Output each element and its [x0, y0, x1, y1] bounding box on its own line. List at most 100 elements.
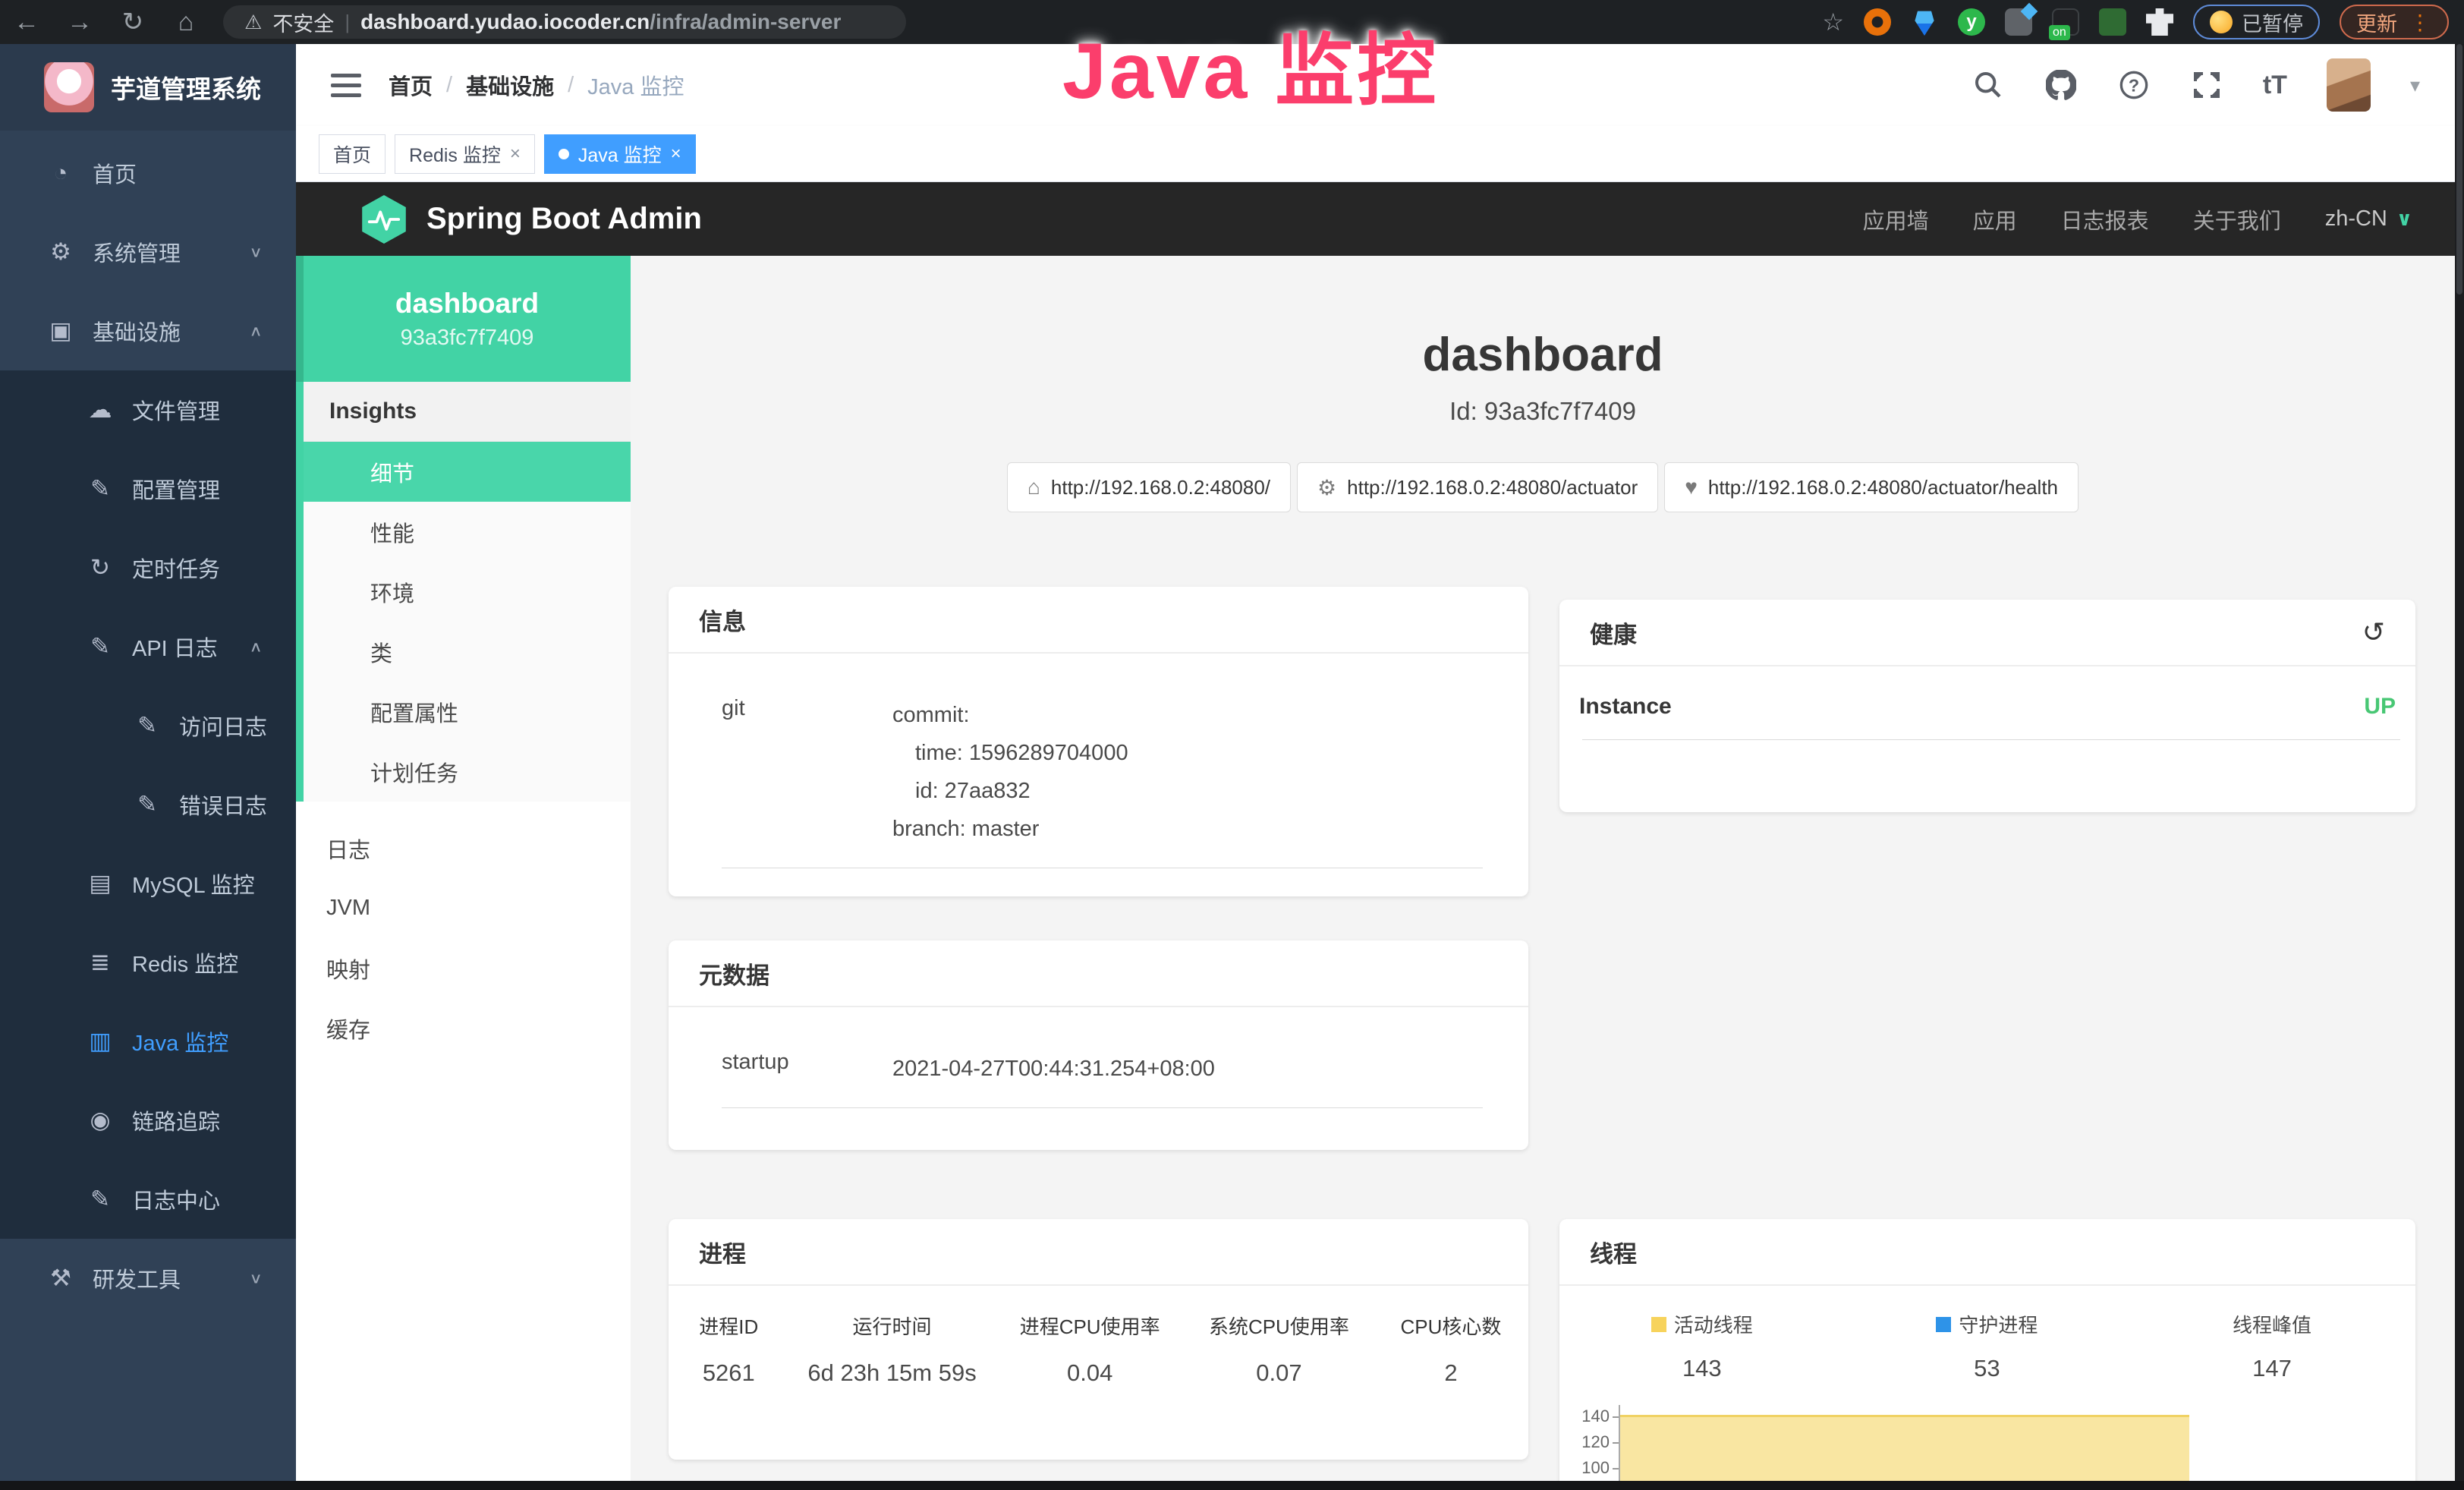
sidebar-item-infra[interactable]: ▣ 基础设施 ∧	[0, 291, 296, 370]
breadcrumb-home[interactable]: 首页	[389, 69, 433, 101]
page-scrollbar[interactable]	[2455, 44, 2464, 1490]
app-logo[interactable]: 芋道管理系统	[0, 44, 296, 131]
browser-menu-icon[interactable]: ⋮	[2409, 10, 2432, 35]
sba-item-scheduled-tasks[interactable]: 计划任务	[304, 742, 631, 802]
browser-reload-icon[interactable]: ↻	[106, 7, 159, 37]
sidebar-item-label: 日志中心	[132, 1183, 220, 1215]
cards-right-column: 健康 ↺ Instance UP 线程	[1559, 587, 2415, 1481]
sba-nav-journal[interactable]: 日志报表	[2061, 203, 2149, 235]
browser-home-icon[interactable]: ⌂	[159, 8, 212, 37]
log-icon: ✎	[87, 633, 114, 660]
tab-label: Java 监控	[578, 140, 662, 168]
sba-body: dashboard 93a3fc7f7409 Insights 细节 性能 环境…	[296, 256, 2455, 1481]
legend-swatch-blue	[1936, 1317, 1951, 1332]
breadcrumb-infra[interactable]: 基础设施	[466, 69, 554, 101]
update-browser-button[interactable]: 更新 ⋮	[2340, 5, 2449, 39]
sidebar-item-log-center[interactable]: ✎ 日志中心	[0, 1160, 296, 1239]
sba-brand-title: Spring Boot Admin	[426, 202, 702, 236]
sidebar-item-java-monitor[interactable]: ▥ Java 监控	[0, 1002, 296, 1081]
sba-item-metrics[interactable]: 性能	[304, 502, 631, 562]
sidebar-item-system[interactable]: ⚙ 系统管理 ∨	[0, 213, 296, 291]
row-divider	[722, 1107, 1483, 1108]
sidebar-item-label: 访问日志	[179, 710, 267, 742]
tab-redis-monitor[interactable]: Redis 监控 ×	[395, 134, 535, 174]
text-size-icon[interactable]: tT	[2263, 71, 2287, 100]
sidebar-item-home[interactable]: ◔ 首页	[0, 134, 296, 213]
health-url-button[interactable]: ♥ http://192.168.0.2:48080/actuator/heal…	[1664, 462, 2079, 512]
url-host: dashboard.yudao.iocoder.cn	[360, 10, 650, 33]
layers-icon: ≣	[87, 949, 114, 976]
sba-item-caches[interactable]: 缓存	[296, 998, 631, 1058]
bookmark-star-icon[interactable]: ☆	[1822, 8, 1844, 36]
not-secure-label[interactable]: 不安全	[272, 8, 334, 37]
infra-submenu: ☁ 文件管理 ✎ 配置管理 ↻ 定时任务 ✎ API 日志 ∧ ✎	[0, 370, 296, 1239]
sidebar-item-mysql-monitor[interactable]: ▤ MySQL 监控	[0, 844, 296, 923]
sidebar-item-api-logs[interactable]: ✎ API 日志 ∧	[0, 607, 296, 686]
user-avatar[interactable]	[2327, 58, 2371, 112]
sidebar-item-access-logs[interactable]: ✎ 访问日志	[0, 686, 296, 765]
actuator-url: http://192.168.0.2:48080/actuator	[1347, 476, 1638, 499]
window-bottom-edge	[0, 1481, 2464, 1490]
sync-paused-badge[interactable]: 已暂停	[2193, 5, 2320, 39]
tab-home[interactable]: 首页	[319, 134, 385, 174]
cards-grid: 信息 git commit: time: 1596289704000 id: 2…	[669, 587, 2421, 1481]
sidebar-item-config-mgmt[interactable]: ✎ 配置管理	[0, 449, 296, 528]
sba-item-details[interactable]: 细节	[304, 442, 631, 502]
breadcrumb-separator: /	[446, 73, 452, 98]
sidebar-item-dev-tools[interactable]: ⚒ 研发工具 ∨	[0, 1239, 296, 1318]
grid-extension-icon[interactable]	[2005, 8, 2032, 36]
sidebar-item-error-logs[interactable]: ✎ 错误日志	[0, 765, 296, 844]
browser-forward-icon[interactable]: →	[53, 8, 106, 37]
metadata-value: 2021-04-27T00:44:31.254+08:00	[892, 1050, 1215, 1088]
legend-peak-threads: 线程峰值	[2129, 1310, 2415, 1338]
extension-icon[interactable]	[1864, 8, 1891, 36]
sidebar-menu: ◔ 首页 ⚙ 系统管理 ∨ ▣ 基础设施 ∧ ☁ 文件管理 ✎ 配置管	[0, 131, 296, 1318]
fullscreen-icon[interactable]	[2190, 68, 2223, 102]
paused-label: 已暂停	[2242, 8, 2303, 37]
sba-nav-about[interactable]: 关于我们	[2193, 203, 2281, 235]
metadata-label: startup	[722, 1050, 892, 1088]
svg-text:?: ?	[2129, 75, 2139, 95]
sidebar-item-redis-monitor[interactable]: ≣ Redis 监控	[0, 923, 296, 1002]
pin-extension-icon[interactable]	[1911, 8, 1938, 36]
y-extension-icon[interactable]: y	[1958, 8, 1985, 36]
process-card-title: 进程	[669, 1219, 1528, 1286]
service-url-button[interactable]: ⌂ http://192.168.0.2:48080/	[1007, 462, 1291, 512]
hamburger-icon[interactable]	[331, 74, 361, 97]
history-icon[interactable]: ↺	[2362, 616, 2385, 648]
live-threads-area	[1620, 1415, 2189, 1481]
chevron-down-icon: ∨	[249, 1269, 263, 1287]
extensions-puzzle-icon[interactable]	[2146, 8, 2173, 36]
switch-extension-icon[interactable]	[2052, 8, 2079, 36]
sba-item-logs[interactable]: 日志	[296, 818, 631, 878]
tab-java-monitor[interactable]: Java 监控 ×	[544, 134, 696, 174]
sidebar-item-file-mgmt[interactable]: ☁ 文件管理	[0, 370, 296, 449]
browser-back-icon[interactable]: ←	[0, 8, 53, 37]
scrollbar-thumb[interactable]	[2456, 44, 2462, 295]
close-icon[interactable]: ×	[510, 143, 521, 165]
sba-root-items: 日志 JVM 映射 缓存	[296, 802, 631, 1058]
avatar-caret-icon[interactable]: ▾	[2410, 74, 2420, 97]
sba-nav-wallboard[interactable]: 应用墙	[1863, 203, 1929, 235]
sba-item-environment[interactable]: 环境	[304, 562, 631, 622]
actuator-url-button[interactable]: ⚙ http://192.168.0.2:48080/actuator	[1297, 462, 1658, 512]
sba-item-config-props[interactable]: 配置属性	[304, 682, 631, 742]
sidebar-item-scheduled-jobs[interactable]: ↻ 定时任务	[0, 528, 296, 607]
sidebar-item-label: 定时任务	[132, 552, 220, 584]
github-icon[interactable]	[2044, 68, 2078, 102]
instance-header[interactable]: dashboard 93a3fc7f7409	[296, 256, 631, 382]
help-icon[interactable]: ?	[2117, 68, 2151, 102]
search-icon[interactable]	[1972, 68, 2005, 102]
address-bar[interactable]: ⚠ 不安全 | dashboard.yudao.iocoder.cn/infra…	[223, 5, 906, 39]
sba-item-mappings[interactable]: 映射	[296, 938, 631, 998]
sba-item-classes[interactable]: 类	[304, 622, 631, 682]
process-col-sys-cpu: 系统CPU使用率	[1185, 1312, 1374, 1340]
locale-selector[interactable]: zh-CN ∨	[2325, 206, 2412, 232]
sidebar-item-tracing[interactable]: ◉ 链路追踪	[0, 1081, 296, 1160]
process-col-pid: 进程ID	[669, 1312, 789, 1340]
sba-item-jvm[interactable]: JVM	[296, 878, 631, 938]
sba-nav-applications[interactable]: 应用	[1973, 203, 2017, 235]
green-extension-icon[interactable]	[2099, 8, 2126, 36]
close-icon[interactable]: ×	[671, 143, 681, 165]
health-card-header: 健康 ↺	[1559, 600, 2415, 666]
